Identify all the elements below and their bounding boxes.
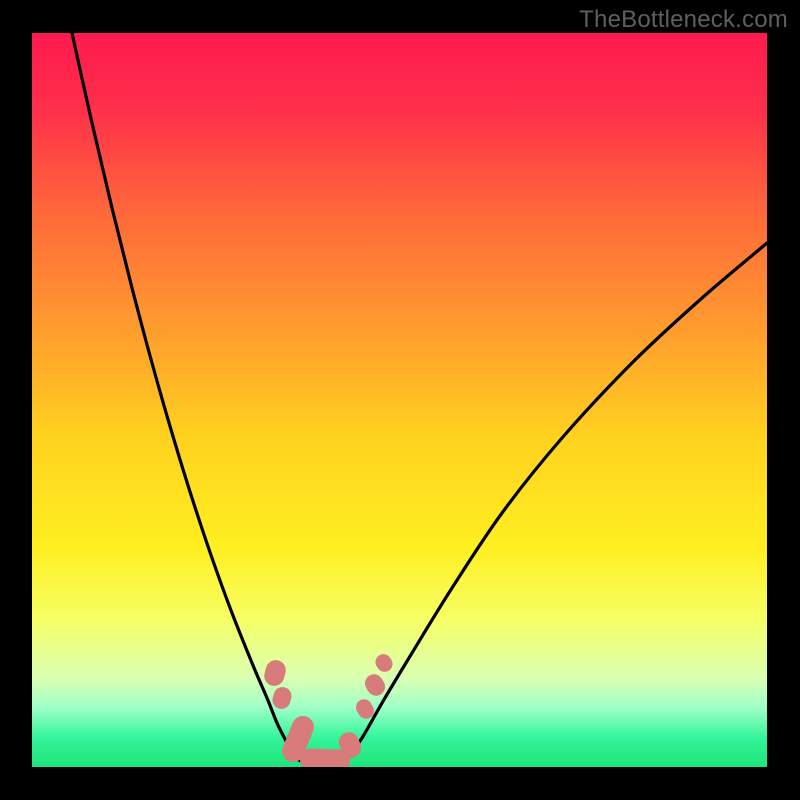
- data-marker: [270, 685, 293, 711]
- data-markers: [262, 651, 396, 767]
- data-marker: [372, 651, 395, 675]
- plot-frame: [32, 33, 767, 767]
- data-marker: [362, 671, 389, 699]
- watermark-text: TheBottleneck.com: [579, 6, 788, 34]
- data-marker: [262, 658, 288, 688]
- bottleneck-curve: [72, 33, 767, 764]
- curve-layer: [32, 33, 767, 767]
